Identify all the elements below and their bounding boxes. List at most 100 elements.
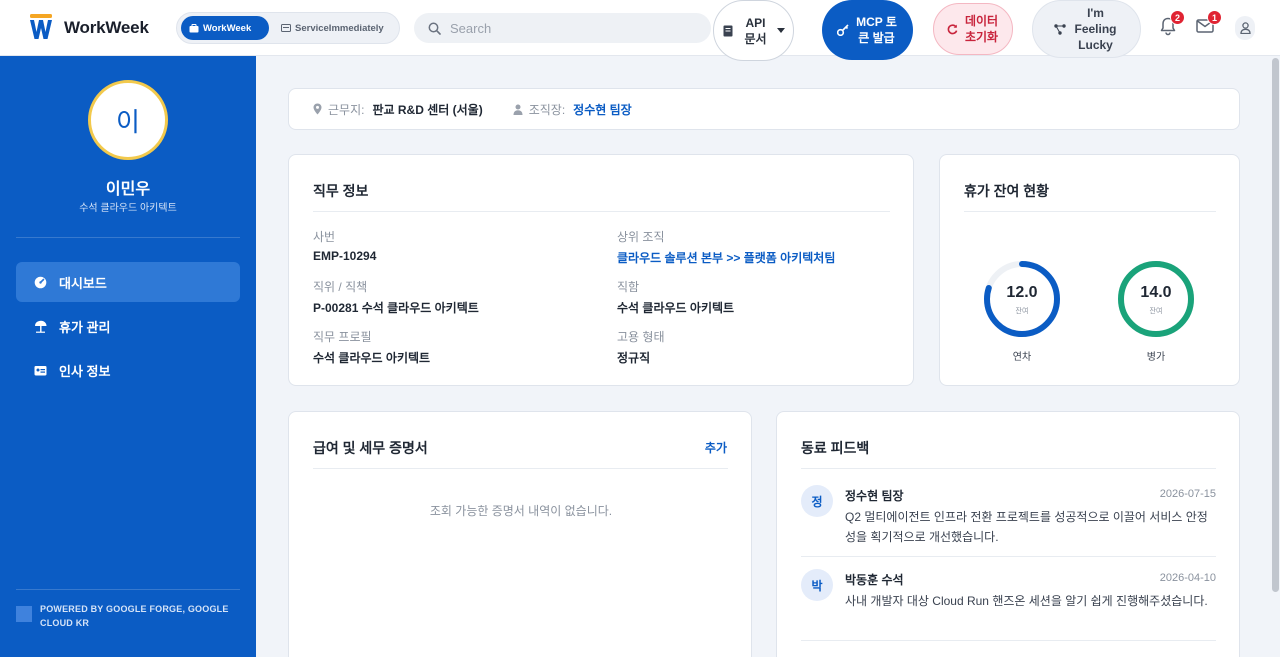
api-docs-button[interactable]: API 문서	[713, 0, 794, 61]
powered-by: POWERED BY GOOGLE FORGE, GOOGLE CLOUD KR	[16, 602, 240, 630]
leave-balance-card: 휴가 잔여 현황 12.0 잔여 연차 14.0 잔여 병가	[939, 154, 1240, 386]
empty-state-message: 조회 가능한 증명서 내역이 없습니다.	[429, 504, 613, 518]
powered-by-text: POWERED BY GOOGLE FORGE, GOOGLE CLOUD KR	[40, 604, 229, 628]
field-label: 고용 형태	[617, 330, 665, 344]
map-pin-icon	[313, 103, 322, 115]
workplace-value: 판교 R&D 센터 (서울)	[372, 102, 483, 117]
profile-avatar[interactable]: 이	[88, 80, 168, 160]
search-box	[414, 13, 711, 43]
field-label: 사번	[313, 230, 336, 244]
sidebar-item-dashboard[interactable]: 대시보드	[16, 262, 240, 302]
card-divider	[313, 468, 728, 469]
feedback-date: 2026-04-10	[1159, 572, 1216, 584]
share-nodes-icon	[1053, 23, 1066, 35]
field-employment-type: 고용 형태 정규직	[617, 328, 665, 366]
manager-link[interactable]: 정수현 팀장	[573, 101, 632, 118]
feedback-text: Q2 멀티에이전트 인프라 전환 프로젝트를 성공적으로 이끌어 서비스 안정성…	[845, 510, 1208, 544]
messages-button[interactable]: 1	[1195, 10, 1222, 38]
field-value: 수석 클라우드 아키텍트	[617, 301, 735, 315]
sick-leave-value: 14.0	[1140, 284, 1172, 301]
feeling-lucky-button[interactable]: I'm Feeling Lucky	[1032, 0, 1141, 58]
field-value: EMP-10294	[313, 249, 377, 263]
field-label: 직무 프로필	[313, 330, 372, 344]
search-icon	[428, 22, 441, 35]
sidebar-footer-divider	[16, 589, 240, 590]
feedback-avatar: 정	[801, 485, 833, 517]
feedback-date: 2026-07-15	[1159, 488, 1216, 500]
workspace-option-workweek[interactable]: WorkWeek	[181, 16, 269, 40]
field-label: 직함	[617, 280, 640, 294]
sidebar: 이 이민우 수석 클라우드 아키텍트 대시보드 휴가 관리 인사 정보 POWE…	[0, 56, 256, 657]
google-forge-logo	[16, 606, 32, 622]
user-tie-icon	[513, 104, 523, 115]
job-info-card: 직무 정보 사번 EMP-10294 상위 조직 클라우드 솔루션 본부 >> …	[288, 154, 914, 386]
field-position: 직위 / 직책 P-00281 수석 클라우드 아키텍트	[313, 278, 479, 316]
sidebar-item-label: 대시보드	[59, 275, 107, 291]
main-scrollbar[interactable]	[1270, 56, 1280, 657]
notifications-button[interactable]: 2	[1158, 10, 1185, 38]
annual-leave-value: 12.0	[1006, 284, 1038, 301]
workplace-label: 근무지:	[328, 102, 365, 117]
field-job-profile: 직무 프로필 수석 클라우드 아키텍트	[313, 328, 430, 366]
parent-org-link[interactable]: 클라우드 솔루션 본부 >> 플랫폼 아키텍처팀	[617, 249, 835, 266]
user-menu-button[interactable]	[1235, 16, 1255, 40]
location-bar: 근무지: 판교 R&D 센터 (서울) 조직장: 정수현 팀장	[288, 88, 1240, 130]
manager-label: 조직장:	[528, 102, 566, 117]
scrollbar-thumb[interactable]	[1272, 58, 1279, 592]
workspace-option-label: ServiceImmediately	[295, 22, 384, 34]
profile-title: 수석 클라우드 아키텍트	[79, 203, 177, 214]
sidebar-item-hr-info[interactable]: 인사 정보	[16, 350, 240, 390]
job-info-title: 직무 정보	[313, 183, 369, 199]
workspace-toggle: WorkWeek ServiceImmediately	[176, 12, 400, 44]
sidebar-item-label: 인사 정보	[59, 363, 111, 379]
leave-balance-title: 휴가 잔여 현황	[964, 183, 1050, 199]
sidebar-item-label: 휴가 관리	[59, 319, 111, 335]
card-divider	[313, 211, 890, 212]
feedback-divider	[801, 556, 1216, 557]
reset-data-button[interactable]: 데이터 초기화	[933, 3, 1013, 55]
notification-count-badge: 2	[1170, 10, 1185, 25]
sidebar-item-leave[interactable]: 휴가 관리	[16, 306, 240, 346]
search-input[interactable]	[450, 13, 700, 43]
field-value: 정규직	[617, 351, 651, 365]
feedback-avatar: 박	[801, 569, 833, 601]
feedback-item: 박 박동훈 수석 2026-04-10 사내 개발자 대상 Cloud Run …	[801, 569, 1216, 641]
feedback-text: 사내 개발자 대상 Cloud Run 핸즈온 세션을 알기 쉽게 진행해주셨습…	[845, 594, 1208, 608]
field-employee-id: 사번 EMP-10294	[313, 228, 376, 263]
workspace-option-label: WorkWeek	[203, 22, 252, 34]
feedback-author: 박동훈 수석	[845, 573, 904, 587]
peer-feedback-card: 동료 피드백 정 정수현 팀장 2026-07-15 Q2 멀티에이전트 인프라…	[776, 411, 1240, 657]
feedback-item: 정 정수현 팀장 2026-07-15 Q2 멀티에이전트 인프라 전환 프로젝…	[801, 485, 1216, 557]
dashboard-icon	[34, 276, 47, 288]
annual-leave-label: 연차	[1012, 352, 1032, 363]
document-icon	[723, 25, 732, 36]
profile-name: 이민우	[105, 181, 151, 198]
sick-leave-ring: 14.0 잔여	[1116, 259, 1196, 339]
field-job-title: 직함 수석 클라우드 아키텍트	[617, 278, 734, 316]
peer-feedback-title: 동료 피드백	[801, 440, 870, 456]
mcp-token-label: MCP 토큰 발급	[856, 15, 897, 45]
field-value: 수석 클라우드 아키텍트	[313, 351, 431, 365]
app-name: WorkWeek	[64, 18, 149, 37]
field-label: 상위 조직	[617, 230, 665, 244]
user-icon	[1239, 22, 1251, 34]
reset-data-label: 데이터 초기화	[964, 14, 999, 44]
refresh-icon	[947, 23, 957, 34]
card-divider	[801, 468, 1216, 469]
workspace-option-serviceimmediately[interactable]: ServiceImmediately	[273, 16, 392, 40]
top-bar: WorkWeek WorkWeek ServiceImmediately API…	[0, 0, 1280, 61]
add-certificate-link[interactable]: 추가	[705, 439, 727, 456]
card-divider	[964, 211, 1216, 212]
mcp-token-button[interactable]: MCP 토큰 발급	[822, 0, 913, 60]
api-docs-label: API 문서	[744, 15, 767, 46]
feedback-divider	[801, 640, 1216, 641]
workweek-logo[interactable]	[29, 14, 53, 40]
field-value: P-00281 수석 클라우드 아키텍트	[313, 301, 479, 315]
caret-down-icon	[776, 28, 785, 33]
id-card-icon	[34, 365, 47, 375]
feeling-lucky-label: I'm Feeling Lucky	[1074, 6, 1117, 52]
annual-leave-sub: 잔여	[1015, 308, 1029, 315]
key-icon	[836, 24, 849, 36]
id-card-icon	[281, 24, 291, 32]
payroll-card: 급여 및 세무 증명서 추가 조회 가능한 증명서 내역이 없습니다.	[288, 411, 752, 657]
